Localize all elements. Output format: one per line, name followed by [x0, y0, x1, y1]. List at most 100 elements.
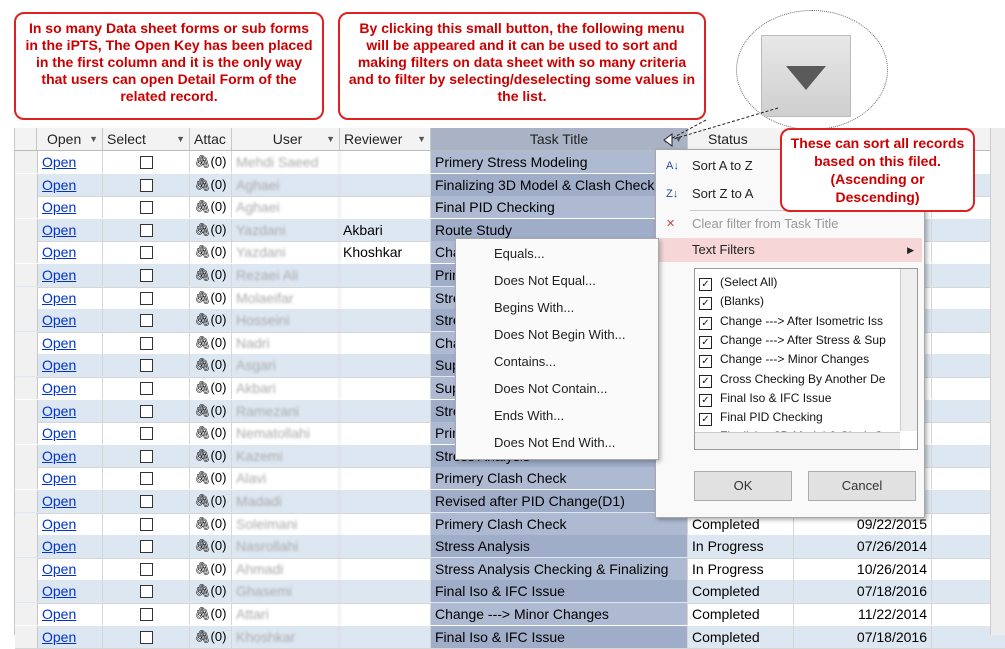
- user-cell[interactable]: Yazdani: [232, 241, 340, 264]
- header-user[interactable]: User ▼: [232, 128, 340, 150]
- open-link[interactable]: Open: [42, 403, 76, 419]
- user-cell[interactable]: Mehdi Saeed: [232, 151, 340, 173]
- attachment-cell[interactable]: 🖇(0): [190, 354, 232, 377]
- header-reviewer[interactable]: Reviewer ▼: [340, 128, 431, 150]
- user-cell[interactable]: Soleimani: [232, 512, 340, 535]
- text-filter-option[interactable]: Ends With...: [456, 403, 656, 429]
- status-cell[interactable]: In Progress: [688, 535, 794, 558]
- select-checkbox[interactable]: [139, 585, 153, 599]
- open-link[interactable]: Open: [42, 244, 76, 260]
- header-select[interactable]: Select ▼: [103, 128, 190, 150]
- record-selector[interactable]: [15, 309, 38, 332]
- task-filter-dropdown-button[interactable]: ▼: [674, 128, 683, 150]
- open-link[interactable]: Open: [42, 425, 76, 441]
- record-selector[interactable]: [15, 264, 38, 286]
- record-selector[interactable]: [15, 354, 38, 377]
- open-link[interactable]: Open: [42, 357, 76, 373]
- vertical-scrollbar[interactable]: [990, 128, 1005, 635]
- select-checkbox[interactable]: [139, 178, 153, 192]
- attachment-cell[interactable]: 🖇(0): [190, 512, 232, 535]
- filter-list-item[interactable]: ✓ (Select All): [699, 273, 777, 292]
- open-link[interactable]: Open: [42, 583, 76, 599]
- chevron-down-icon[interactable]: ▼: [417, 128, 426, 150]
- open-link[interactable]: Open: [42, 267, 76, 283]
- attachment-cell[interactable]: 🖇(0): [190, 625, 232, 648]
- user-cell[interactable]: Khoshkar: [232, 625, 340, 648]
- reviewer-cell[interactable]: [340, 625, 431, 648]
- reviewer-cell[interactable]: [340, 151, 431, 173]
- user-cell[interactable]: Molaeifar: [232, 286, 340, 309]
- text-filters[interactable]: Text Filters ▶: [656, 238, 922, 262]
- record-selector[interactable]: [15, 444, 38, 467]
- header-status[interactable]: Status▼: [688, 128, 794, 150]
- user-cell[interactable]: Akbari: [232, 377, 340, 399]
- record-selector[interactable]: [15, 512, 38, 535]
- reviewer-cell[interactable]: [340, 377, 431, 399]
- attachment-cell[interactable]: 🖇(0): [190, 241, 232, 264]
- open-link[interactable]: Open: [42, 561, 76, 577]
- reviewer-cell[interactable]: [340, 444, 431, 467]
- text-filter-option[interactable]: Does Not Begin With...: [456, 322, 656, 348]
- chevron-down-icon[interactable]: ▼: [326, 128, 335, 150]
- reviewer-cell[interactable]: [340, 467, 431, 490]
- text-filter-option[interactable]: Contains...: [456, 349, 656, 375]
- open-link[interactable]: Open: [42, 538, 76, 554]
- record-selector[interactable]: [15, 422, 38, 445]
- task-title-cell[interactable]: Change ---> Minor Changes: [431, 603, 688, 625]
- select-checkbox[interactable]: [139, 223, 153, 237]
- filter-list-item[interactable]: ✓ Final PID Checking: [699, 408, 823, 427]
- select-checkbox[interactable]: [139, 314, 153, 328]
- record-selector[interactable]: [15, 151, 38, 173]
- text-filter-option[interactable]: Does Not Contain...: [456, 376, 656, 402]
- filter-list-item[interactable]: ✓ Cross Checking By Another De: [699, 370, 885, 389]
- attachment-cell[interactable]: 🖇(0): [190, 422, 232, 445]
- user-cell[interactable]: Kazemi: [232, 444, 340, 467]
- filter-list-item[interactable]: ✓ Change ---> Minor Changes: [699, 350, 869, 369]
- reviewer-cell[interactable]: [340, 535, 431, 558]
- attachment-cell[interactable]: 🖇(0): [190, 151, 232, 173]
- clear-filter[interactable]: ✕ Clear filter from Task Title: [656, 212, 922, 236]
- open-link[interactable]: Open: [42, 448, 76, 464]
- date-cell[interactable]: 10/26/2014: [794, 557, 932, 580]
- task-title-cell[interactable]: Primery Stress Modeling: [431, 151, 688, 173]
- reviewer-cell[interactable]: [340, 264, 431, 286]
- list-vertical-scrollbar[interactable]: [900, 269, 917, 431]
- select-checkbox[interactable]: [139, 427, 153, 441]
- attachment-cell[interactable]: 🖇(0): [190, 331, 232, 354]
- date-cell[interactable]: 07/26/2014: [794, 535, 932, 558]
- text-filter-option[interactable]: Does Not End With...: [456, 430, 656, 456]
- record-selector[interactable]: [15, 490, 38, 512]
- select-checkbox[interactable]: [139, 630, 153, 644]
- user-cell[interactable]: Hosseini: [232, 309, 340, 332]
- select-checkbox[interactable]: [139, 291, 153, 305]
- task-title-cell[interactable]: Stress Analysis: [431, 535, 688, 558]
- reviewer-cell[interactable]: [340, 354, 431, 377]
- table-row[interactable]: Open 🖇(0) Ghasemi Final Iso & IFC Issue Comp…: [15, 580, 1005, 604]
- user-cell[interactable]: Nadri: [232, 331, 340, 354]
- open-link[interactable]: Open: [42, 629, 76, 645]
- task-title-cell[interactable]: Primery Clash Check: [431, 512, 688, 535]
- select-checkbox[interactable]: [139, 201, 153, 215]
- attachment-cell[interactable]: 🖇(0): [190, 196, 232, 219]
- reviewer-cell[interactable]: Khoshkar: [340, 241, 431, 264]
- header-task-title[interactable]: Task Title ▼: [431, 128, 688, 150]
- select-checkbox[interactable]: [139, 156, 153, 169]
- attachment-cell[interactable]: 🖇(0): [190, 580, 232, 603]
- attachment-cell[interactable]: 🖇(0): [190, 467, 232, 490]
- filter-list-item[interactable]: ✓ Final Iso & IFC Issue: [699, 389, 831, 408]
- user-cell[interactable]: Aghaei: [232, 196, 340, 219]
- select-checkbox[interactable]: [139, 269, 153, 282]
- open-link[interactable]: Open: [42, 222, 76, 238]
- select-checkbox[interactable]: [139, 495, 153, 508]
- filter-list-item[interactable]: ✓ Change ---> After Isometric Iss: [699, 312, 883, 331]
- task-title-cell[interactable]: Finalizing 3D Model & Clash Check: [431, 173, 688, 196]
- user-cell[interactable]: Alavi: [232, 467, 340, 490]
- record-selector[interactable]: [15, 173, 38, 196]
- reviewer-cell[interactable]: [340, 173, 431, 196]
- checkbox-checked-icon[interactable]: ✓: [699, 355, 712, 369]
- text-filter-option[interactable]: Does Not Equal...: [456, 268, 656, 294]
- open-link[interactable]: Open: [42, 154, 76, 170]
- reviewer-cell[interactable]: [340, 490, 431, 512]
- reviewer-cell[interactable]: Akbari: [340, 218, 431, 241]
- attachment-cell[interactable]: 🖇(0): [190, 173, 232, 196]
